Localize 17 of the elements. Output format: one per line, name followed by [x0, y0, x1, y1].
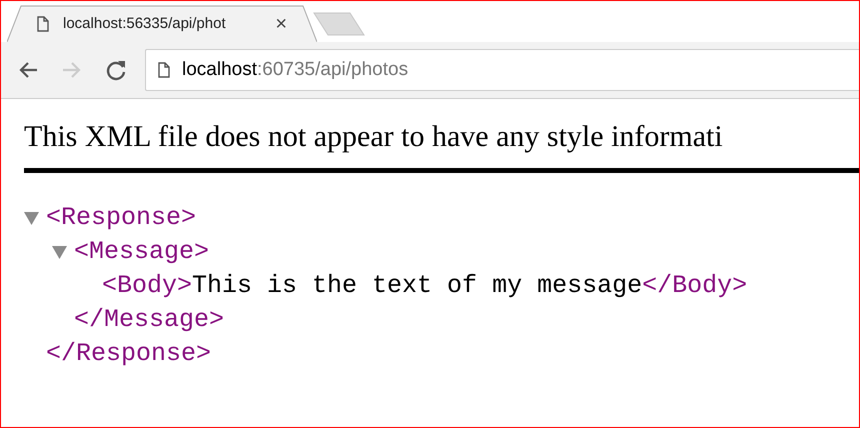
xml-tag: <Response> [46, 201, 196, 235]
page-icon [158, 62, 170, 78]
notice-text: This XML file does not appear to have any style informati [24, 119, 724, 155]
address-field[interactable]: localhost:60735/api/photos [145, 49, 859, 91]
collapse-triangle-icon[interactable] [24, 211, 39, 225]
tab-title: localhost:56335/api/phot [63, 15, 227, 32]
url-text: localhost:60735/api/photos [182, 59, 408, 81]
xml-text: This is the text of my message [192, 270, 642, 302]
xml-tag: <Body> [102, 269, 192, 303]
page-icon [37, 16, 49, 32]
xml-tag: </Body> [642, 269, 748, 303]
close-icon[interactable]: × [275, 14, 287, 34]
browser-tab[interactable]: localhost:56335/api/phot × [7, 5, 317, 42]
collapse-triangle-icon[interactable] [52, 245, 67, 259]
xml-tag: </Response> [46, 337, 212, 371]
xml-tag: <Message> [74, 235, 210, 269]
xml-tag: </Message> [74, 303, 224, 337]
